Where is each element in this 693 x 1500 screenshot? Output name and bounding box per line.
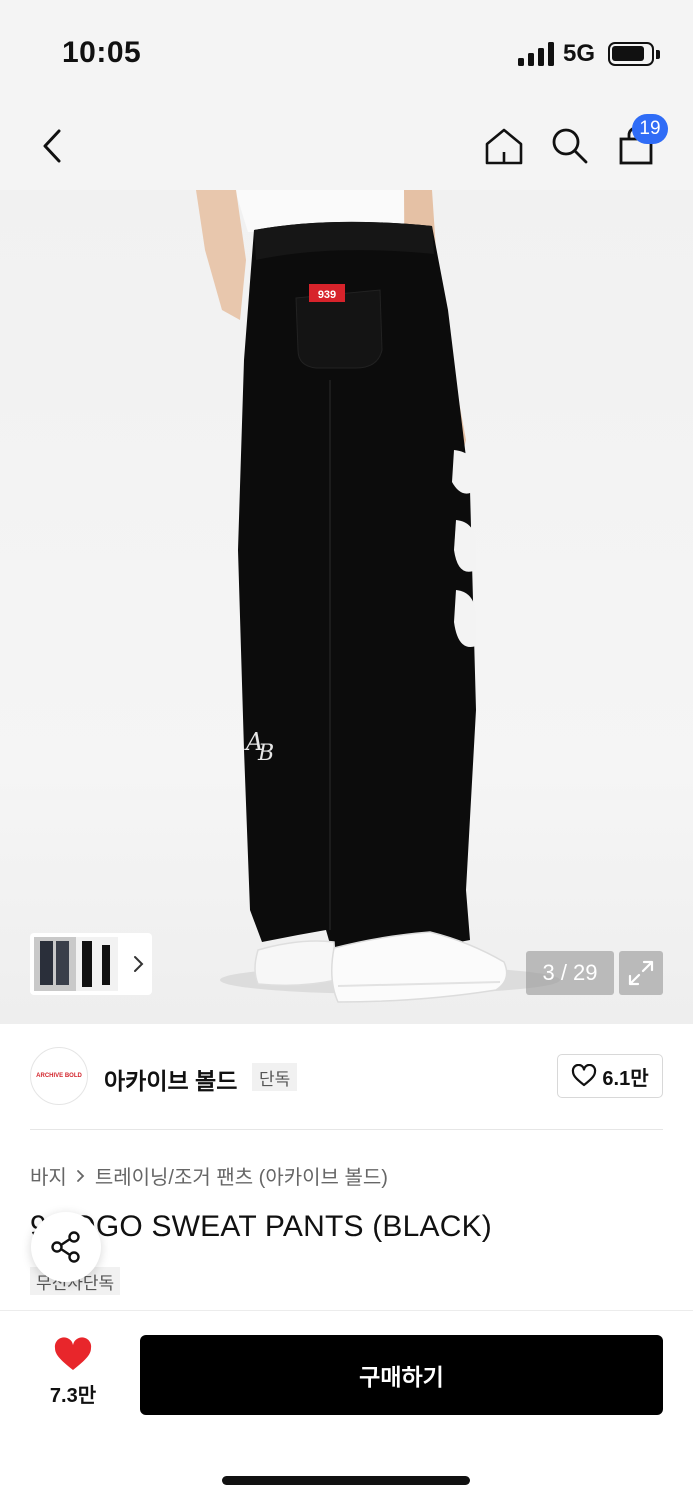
chevron-right-icon xyxy=(134,956,144,972)
brand-exclusive-tag: 단독 xyxy=(252,1063,298,1091)
image-counter: 3 / 29 xyxy=(526,951,614,995)
wishlist-count: 7.3만 xyxy=(49,1385,97,1407)
home-button[interactable] xyxy=(474,116,534,176)
back-button[interactable] xyxy=(22,116,82,176)
divider xyxy=(30,1129,663,1130)
svg-text:B: B xyxy=(257,741,274,766)
brand-row: ARCHIVE BOLD 아카이브 볼드 단독 6.1만 xyxy=(30,1046,663,1108)
breadcrumb-subcategory[interactable]: 트레이닝/조거 팬츠 (아카이브 볼드) xyxy=(95,1161,388,1190)
bottom-action-bar: 7.3만 구매하기 xyxy=(0,1310,693,1500)
network-label: 5G xyxy=(563,40,596,67)
expand-button[interactable] xyxy=(619,951,663,995)
share-button[interactable] xyxy=(31,1212,101,1282)
search-button[interactable] xyxy=(540,116,600,176)
status-time: 10:05 xyxy=(62,36,142,69)
heart-filled-icon xyxy=(54,1337,92,1370)
expand-icon xyxy=(628,960,654,986)
heart-outline-icon xyxy=(572,1064,597,1087)
chevron-right-icon xyxy=(76,1169,85,1182)
product-photo: 939 A B xyxy=(196,190,560,1003)
home-icon xyxy=(485,128,523,165)
product-title: 9 LOGO SWEAT PANTS (BLACK) xyxy=(30,1210,492,1243)
thumbnail-image[interactable] xyxy=(34,937,76,991)
top-nav: 19 xyxy=(0,100,693,190)
battery-icon xyxy=(608,42,654,66)
breadcrumb: 바지 트레이닝/조거 팬츠 (아카이브 볼드) xyxy=(30,1161,388,1190)
brand-logo[interactable]: ARCHIVE BOLD xyxy=(30,1047,88,1105)
share-icon xyxy=(51,1231,80,1263)
brand-like-count: 6.1만 xyxy=(602,1067,649,1090)
search-icon xyxy=(552,128,588,164)
cart-button[interactable]: 19 xyxy=(606,114,668,176)
cart-count-badge: 19 xyxy=(632,114,668,144)
buy-button[interactable]: 구매하기 xyxy=(140,1335,663,1415)
signal-icon xyxy=(518,42,554,66)
back-arrow-icon xyxy=(43,129,61,163)
product-image-gallery[interactable]: 939 A B 3 / 29 xyxy=(0,190,693,1024)
home-indicator xyxy=(222,1476,470,1485)
patch-text: 939 xyxy=(318,289,336,301)
status-bar: 10:05 5G xyxy=(0,0,693,100)
breadcrumb-category[interactable]: 바지 xyxy=(30,1161,67,1190)
thumbnail-image[interactable] xyxy=(76,937,118,991)
battery-cap xyxy=(656,50,660,59)
thumbnail-strip[interactable] xyxy=(30,933,152,995)
brand-like-button[interactable]: 6.1만 xyxy=(557,1054,663,1098)
wishlist-button[interactable]: 7.3만 xyxy=(30,1337,116,1417)
brand-name[interactable]: 아카이브 볼드 xyxy=(104,1062,237,1096)
